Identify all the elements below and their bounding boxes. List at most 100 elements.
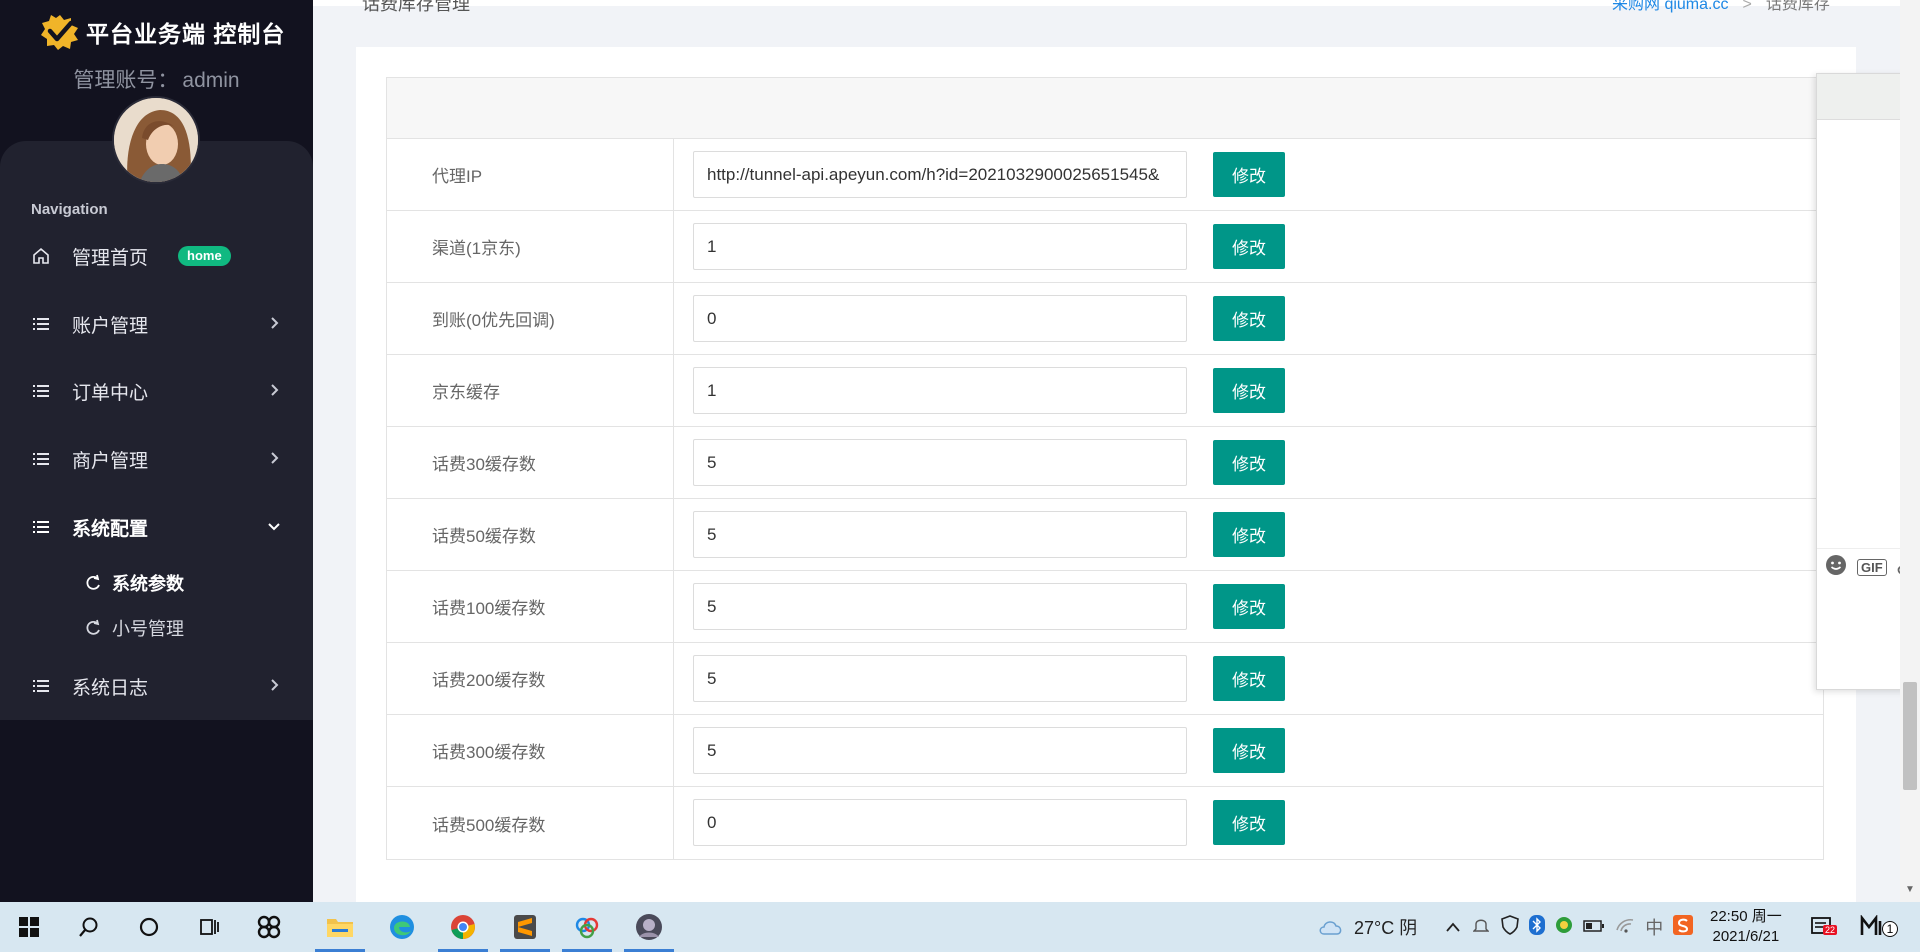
sub-item-account-mgmt[interactable]: 小号管理: [84, 613, 184, 643]
settings-table: 代理IP修改渠道(1京东)修改到账(0优先回调)修改京东缓存修改话费30缓存数修…: [386, 77, 1824, 860]
account-label: 管理账号：: [73, 69, 179, 92]
avatar[interactable]: [112, 96, 200, 184]
bluetooth-icon[interactable]: [1529, 914, 1546, 940]
table-row: 渠道(1京东) 修改: [387, 211, 1823, 283]
modify-button[interactable]: 修改: [1213, 728, 1285, 773]
breadcrumb-home-link[interactable]: 采购网 qiuma.cc: [1612, 0, 1728, 13]
windows-start-icon[interactable]: [0, 902, 58, 952]
setting-value-input[interactable]: [693, 583, 1187, 630]
list-icon: [32, 382, 50, 400]
nav-item-merchants[interactable]: 商户管理: [0, 439, 313, 479]
modify-button[interactable]: 修改: [1213, 440, 1285, 485]
table-row: 话费500缓存数 修改: [387, 787, 1823, 859]
home-badge: home: [178, 246, 231, 266]
wifi-icon[interactable]: [1615, 917, 1635, 938]
brand[interactable]: 平台业务端 控制台: [40, 14, 285, 50]
edge-browser-icon[interactable]: [373, 902, 431, 952]
modify-button[interactable]: 修改: [1213, 512, 1285, 557]
list-icon: [32, 315, 50, 333]
notification-count: 22: [1823, 925, 1838, 935]
table-row: 话费50缓存数 修改: [387, 499, 1823, 571]
setting-value-input[interactable]: [693, 655, 1187, 702]
chevron-down-icon: [268, 523, 280, 531]
table-row: 话费100缓存数 修改: [387, 571, 1823, 643]
table-row: 话费200缓存数 修改: [387, 643, 1823, 715]
sub-item-label: 系统参数: [112, 574, 184, 594]
chevron-right-icon: [271, 384, 279, 396]
taskbar-clock[interactable]: 22:50 周一 2021/6/21: [1710, 907, 1782, 947]
modify-button[interactable]: 修改: [1213, 296, 1285, 341]
nav-item-accounts[interactable]: 账户管理: [0, 304, 313, 344]
nav-item-label: 账户管理: [72, 315, 149, 337]
scrollbar-thumb[interactable]: [1903, 682, 1917, 790]
modify-button[interactable]: 修改: [1213, 800, 1285, 845]
sublime-text-icon[interactable]: [496, 902, 554, 952]
setting-label: 话费30缓存数: [387, 427, 674, 498]
breadcrumb: 采购网 qiuma.cc > 话费库存: [1612, 0, 1830, 14]
setting-label: 代理IP: [387, 139, 674, 210]
setting-label: 话费500缓存数: [387, 787, 674, 859]
breadcrumb-separator: >: [1742, 0, 1752, 13]
search-icon[interactable]: [60, 902, 118, 952]
battery-icon[interactable]: [1583, 917, 1605, 938]
chevron-up-icon[interactable]: [1445, 917, 1461, 938]
task-view-icon[interactable]: [180, 902, 238, 952]
table-header: [387, 78, 1823, 139]
chevron-right-icon: [271, 452, 279, 464]
setting-value-input[interactable]: [693, 439, 1187, 486]
bell-icon[interactable]: [1472, 916, 1490, 939]
ime-indicator[interactable]: 中: [1645, 914, 1663, 940]
brand-logo-icon: [41, 15, 78, 50]
nav-item-orders[interactable]: 订单中心: [0, 371, 313, 411]
modify-button[interactable]: 修改: [1213, 584, 1285, 629]
emoji-icon[interactable]: [1825, 554, 1847, 581]
sub-item-system-params[interactable]: 系统参数: [84, 568, 184, 598]
setting-value-input[interactable]: [693, 367, 1187, 414]
nav-item-label: 订单中心: [72, 382, 149, 404]
gif-button[interactable]: GIF: [1857, 559, 1887, 576]
setting-value-input[interactable]: [693, 799, 1187, 846]
modify-button[interactable]: 修改: [1213, 152, 1285, 197]
nav-item-system-config[interactable]: 系统配置: [0, 507, 313, 547]
account-info: 管理账号： admin: [0, 64, 313, 94]
setting-value-input[interactable]: [693, 511, 1187, 558]
refresh-icon: [86, 574, 100, 590]
green-app-tray-icon[interactable]: [1555, 916, 1573, 939]
table-row: 代理IP 修改: [387, 139, 1823, 211]
scroll-down-arrow-icon[interactable]: ▼: [1905, 884, 1915, 895]
setting-label: 到账(0优先回调): [387, 283, 674, 354]
nav-item-home[interactable]: 管理首页 home: [0, 236, 313, 276]
modify-button[interactable]: 修改: [1213, 368, 1285, 413]
taskbar: 27°C 阴 中 22:50 周一 2021/6/21 22 1: [0, 902, 1920, 952]
setting-value-input[interactable]: [693, 151, 1187, 198]
weather-text[interactable]: 27°C 阴: [1354, 914, 1417, 940]
page-scrollbar[interactable]: ▼: [1900, 0, 1920, 902]
account-name: admin: [182, 69, 240, 92]
clock-date: 2021/6/21: [1712, 928, 1780, 945]
sogou-ime-icon[interactable]: [1673, 914, 1694, 940]
security-shield-icon[interactable]: [1501, 914, 1520, 940]
chevron-right-icon: [271, 317, 279, 329]
setting-value-input[interactable]: [693, 727, 1187, 774]
cortana-icon[interactable]: [120, 902, 178, 952]
mail-icon[interactable]: 1: [1860, 915, 1898, 937]
chrome-browser-icon[interactable]: [434, 902, 492, 952]
app-pinwheel-icon[interactable]: [240, 902, 298, 952]
nav-item-label: 系统日志: [72, 677, 149, 699]
avatar-app-icon[interactable]: [620, 902, 678, 952]
system-tray: 27°C 阴 中: [1318, 902, 1694, 952]
page-title: 话费库存管理: [362, 0, 470, 14]
setting-value-input[interactable]: [693, 295, 1187, 342]
setting-label: 话费100缓存数: [387, 571, 674, 642]
setting-value-input[interactable]: [693, 223, 1187, 270]
table-row: 话费30缓存数 修改: [387, 427, 1823, 499]
cloud-weather-icon[interactable]: [1318, 917, 1344, 937]
nav-item-system-logs[interactable]: 系统日志: [0, 666, 313, 706]
modify-button[interactable]: 修改: [1213, 656, 1285, 701]
table-row: 话费300缓存数 修改: [387, 715, 1823, 787]
modify-button[interactable]: 修改: [1213, 224, 1285, 269]
breadcrumb-current: 话费库存: [1765, 0, 1830, 13]
setting-label: 京东缓存: [387, 355, 674, 426]
qq-cloud-icon[interactable]: [558, 902, 616, 952]
file-explorer-icon[interactable]: [311, 902, 369, 952]
